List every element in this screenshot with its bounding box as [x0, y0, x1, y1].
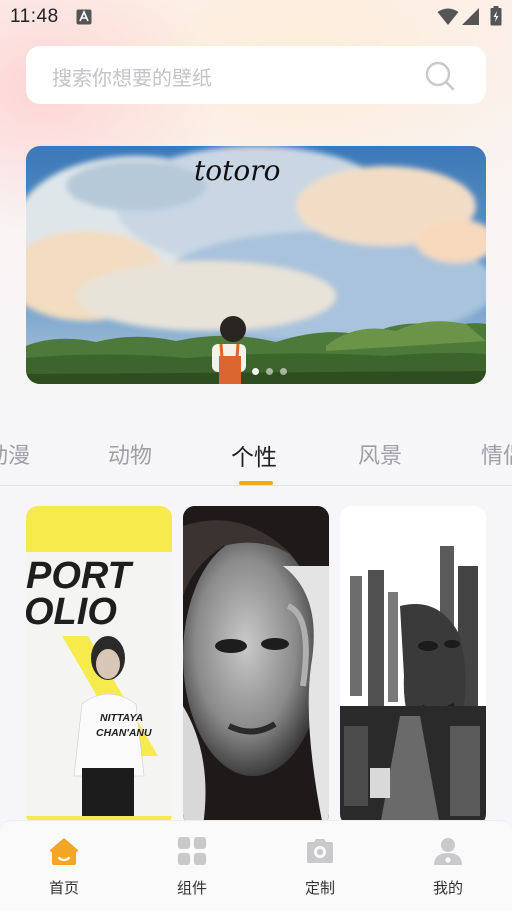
widgets-icon[interactable] — [176, 835, 208, 867]
nav-item-profile[interactable]: 我的 — [384, 821, 512, 911]
search-input[interactable]: 搜索你想要的壁纸 — [52, 62, 212, 91]
tab-personality[interactable]: 个性 — [231, 438, 277, 472]
wifi-icon — [437, 8, 459, 25]
search-bar[interactable]: 搜索你想要的壁纸 — [26, 46, 486, 104]
a-icon — [76, 9, 92, 25]
status-time: 11:48 — [10, 6, 59, 27]
banner-carousel[interactable]: totoro — [26, 146, 486, 384]
wallpaper-card[interactable] — [340, 506, 486, 826]
search-icon[interactable] — [424, 60, 456, 92]
wallpaper-card[interactable]: PORT OLIO NITTAYA CHAN'ANU — [26, 506, 172, 826]
status-bar: 11:48 — [0, 0, 512, 36]
banner-image: totoro — [26, 146, 486, 384]
nav-item-widgets[interactable]: 组件 — [128, 821, 256, 911]
tabs-divider — [0, 485, 512, 486]
carousel-dot[interactable] — [280, 368, 287, 375]
tab-animals[interactable]: 动物 — [108, 438, 152, 470]
nav-item-customize[interactable]: 定制 — [256, 821, 384, 911]
tab-scenery[interactable]: 风景 — [358, 438, 402, 470]
wallpaper-image — [340, 506, 486, 826]
wallpaper-image: PORT OLIO NITTAYA CHAN'ANU — [26, 506, 172, 826]
nav-label-customize: 定制 — [304, 879, 335, 897]
wallpaper-title-line: OLIO — [26, 591, 117, 633]
nav-item-home[interactable]: 首页 — [0, 821, 128, 911]
battery-icon — [490, 6, 502, 26]
banner-title: totoro — [194, 154, 280, 187]
bottom-navigation: 首页 组件 定制 我的 — [0, 820, 512, 911]
category-tabs: 动漫 动物 个性 风景 情侣 — [0, 430, 512, 486]
tab-anime[interactable]: 动漫 — [0, 438, 30, 470]
nav-label-home: 首页 — [48, 879, 79, 897]
camera-icon[interactable] — [304, 835, 336, 867]
wallpaper-name-line: NITTAYA — [100, 712, 143, 724]
tab-couples[interactable]: 情侣 — [481, 438, 512, 470]
carousel-dot[interactable] — [252, 368, 259, 375]
wallpaper-image — [183, 506, 329, 826]
profile-icon[interactable] — [432, 835, 464, 867]
nav-label-profile: 我的 — [432, 879, 463, 897]
wallpaper-name-line: CHAN'ANU — [96, 727, 152, 739]
carousel-dot[interactable] — [266, 368, 273, 375]
signal-icon — [462, 8, 479, 25]
wallpaper-card[interactable] — [183, 506, 329, 826]
home-icon[interactable] — [48, 835, 80, 867]
nav-label-widgets: 组件 — [176, 879, 207, 897]
